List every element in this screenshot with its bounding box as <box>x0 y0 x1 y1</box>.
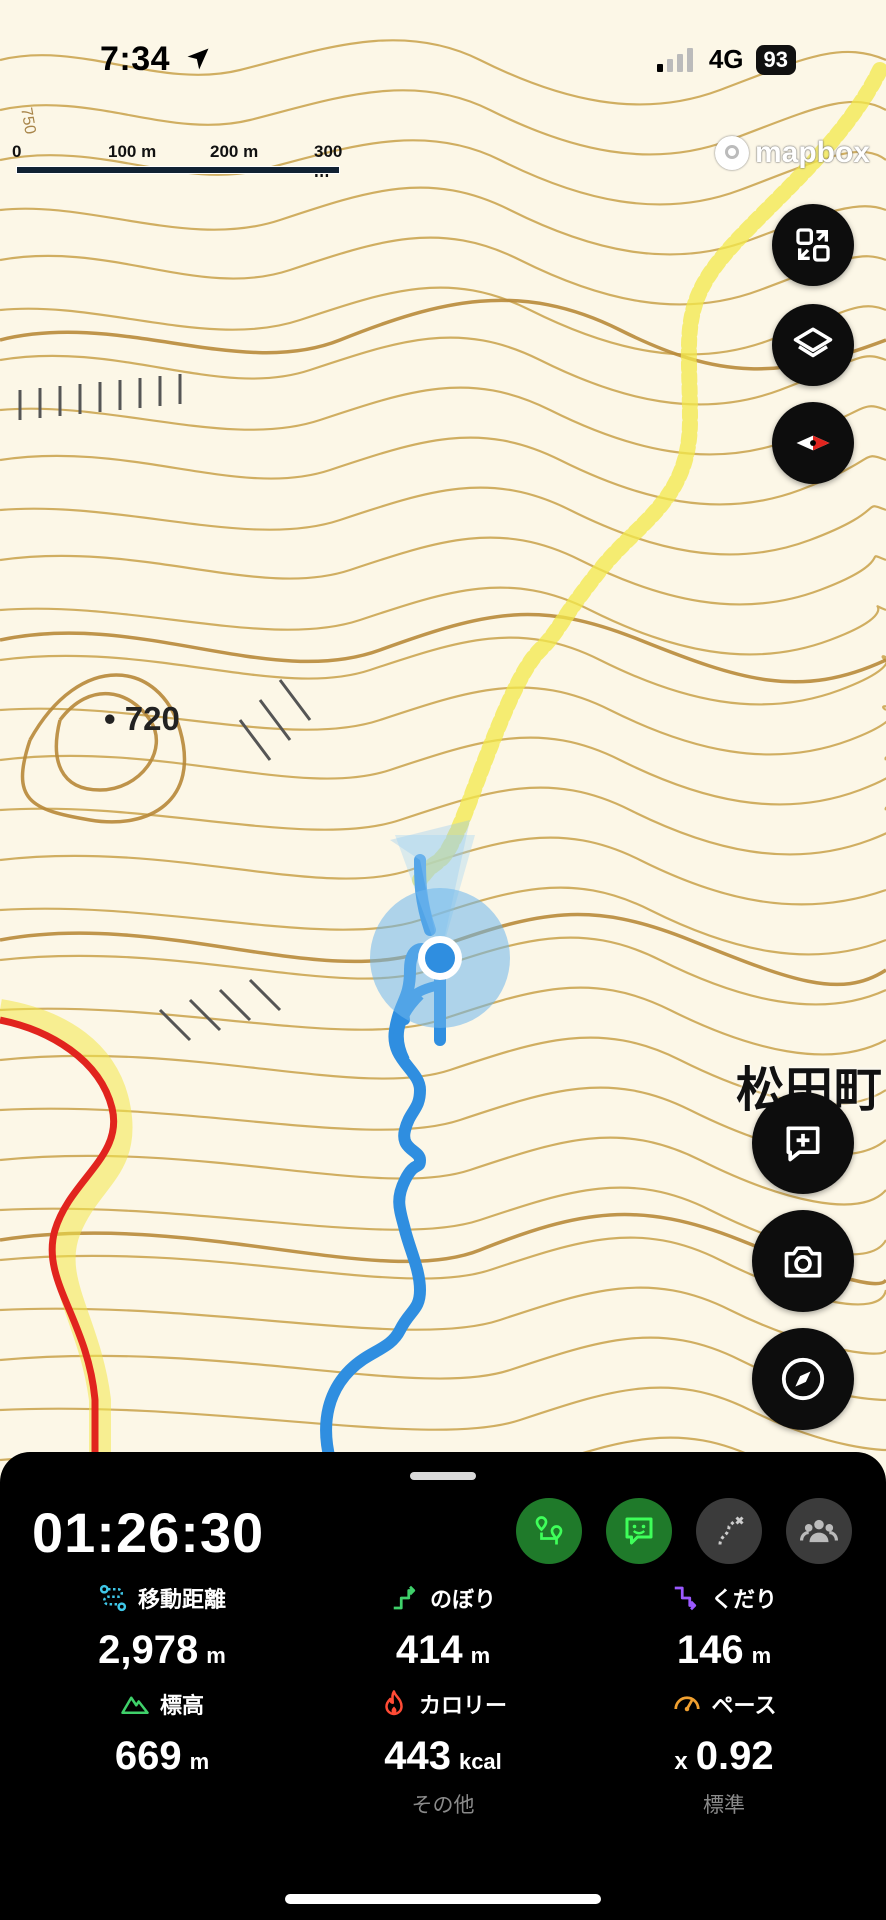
stat-ascent-value: 414 <box>395 1628 463 1672</box>
scale-bar <box>16 166 340 174</box>
status-time: 7:34 <box>100 40 212 79</box>
add-memo-button[interactable] <box>752 1092 854 1194</box>
scale-label-200: 200 m <box>210 142 259 161</box>
stat-pace-value: 0.92 <box>695 1734 774 1778</box>
route-guide-button[interactable] <box>516 1498 582 1564</box>
stat-ascent-label: のぼり <box>429 1587 496 1612</box>
scale-label-100: 100 m <box>108 142 157 161</box>
stat-descent-value: 146 <box>676 1628 744 1672</box>
scale-label-300: 300 m <box>314 142 343 181</box>
stat-calories-unit: kcal <box>458 1749 502 1774</box>
camera-icon <box>784 1246 822 1278</box>
elevation-point-label: • 720 <box>104 700 180 737</box>
battery-level: 93 <box>755 44 796 75</box>
map-scale: 0 100 m 200 m 300 m <box>12 142 342 181</box>
navigation-compass-icon <box>781 1357 825 1401</box>
route-pin-icon <box>535 1516 563 1545</box>
status-indicators: 4G 93 <box>656 44 796 75</box>
mapbox-attribution[interactable]: mapbox <box>714 136 870 170</box>
mountain-icon <box>121 1696 149 1714</box>
camera-button[interactable] <box>752 1210 854 1312</box>
stat-calories-label: カロリー <box>418 1693 507 1718</box>
flame-icon <box>385 1690 403 1716</box>
stat-pace-sub[interactable]: 標準 <box>584 1789 864 1819</box>
stat-pace: ペース x 0.92 標準 <box>584 1688 864 1819</box>
stat-elevation: 標高 669 m <box>22 1688 302 1779</box>
speedometer-icon <box>673 1696 700 1712</box>
fit-bounds-icon <box>796 228 830 262</box>
mood-button[interactable] <box>606 1498 672 1564</box>
ascent-icon <box>393 1585 416 1610</box>
stat-pace-label: ペース <box>711 1693 777 1718</box>
status-bar: 7:34 4G 93 <box>0 0 886 120</box>
fit-bounds-button[interactable] <box>772 204 854 286</box>
off-route-icon <box>718 1516 744 1545</box>
location-arrow-icon <box>187 48 209 70</box>
stat-descent-unit: m <box>751 1643 772 1668</box>
signal-icon <box>656 47 693 72</box>
chat-smile-icon <box>625 1517 653 1545</box>
stat-calories-sub[interactable]: その他 <box>303 1789 583 1819</box>
navigate-button[interactable] <box>752 1328 854 1430</box>
stat-ascent-unit: m <box>470 1643 491 1668</box>
stat-distance-value: 2,978 <box>98 1628 199 1672</box>
stat-calories: カロリー 443 kcal その他 <box>303 1688 583 1819</box>
panel-drag-handle[interactable] <box>410 1472 476 1480</box>
stat-calories-value: 443 <box>384 1734 451 1778</box>
compass-needle-icon <box>796 435 830 451</box>
stat-distance-unit: m <box>206 1643 226 1668</box>
stat-descent-label: くだり <box>710 1587 777 1612</box>
stat-elevation-unit: m <box>189 1749 210 1774</box>
stat-elevation-value: 669 <box>114 1734 182 1778</box>
stat-elevation-label: 標高 <box>159 1693 204 1718</box>
mapbox-logo-icon <box>714 136 749 170</box>
group-icon <box>800 1519 838 1543</box>
layers-button[interactable] <box>772 304 854 386</box>
network-type: 4G <box>708 44 744 74</box>
group-button[interactable] <box>786 1498 852 1564</box>
compass-button[interactable] <box>772 402 854 484</box>
stat-ascent: のぼり 414 m <box>303 1582 583 1673</box>
stat-distance-label: 移動距離 <box>137 1587 226 1612</box>
stat-pace-prefix: x <box>674 1748 688 1775</box>
add-memo-icon <box>786 1126 820 1162</box>
off-route-button[interactable] <box>696 1498 762 1564</box>
descent-icon <box>674 1586 697 1611</box>
elapsed-time: 01:26:30 <box>32 1501 265 1564</box>
activity-panel: 01:26:30 移動距離 2,978 m のぼり 414 m くだり 146 … <box>0 1452 886 1920</box>
topographic-map[interactable]: 7:34 4G 93 0 100 m 200 m 300 m 750 mapbo… <box>0 0 886 1500</box>
home-indicator[interactable] <box>285 1894 601 1904</box>
stat-descent: くだり 146 m <box>584 1582 864 1673</box>
scale-label-0: 0 <box>12 142 22 161</box>
stat-distance: 移動距離 2,978 m <box>22 1582 302 1673</box>
distance-icon <box>99 1584 127 1612</box>
layers-icon <box>793 327 833 358</box>
